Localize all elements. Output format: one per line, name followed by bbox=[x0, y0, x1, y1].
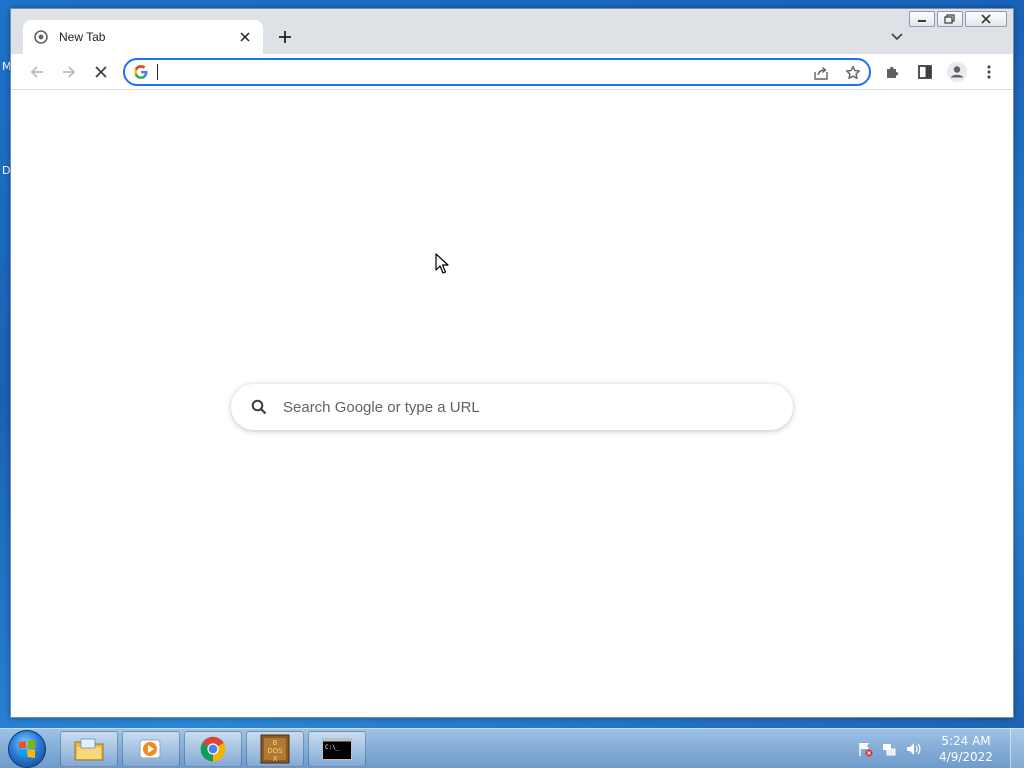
command-prompt-icon: C:\_ bbox=[322, 738, 352, 760]
cmd-prompt-text: C:\_ bbox=[325, 744, 340, 751]
star-icon[interactable] bbox=[843, 63, 863, 83]
svg-text:DOS: DOS bbox=[267, 747, 283, 755]
google-g-icon bbox=[134, 65, 148, 79]
stop-loading-button[interactable] bbox=[89, 60, 113, 84]
windows-logo-icon bbox=[19, 740, 35, 758]
start-button[interactable] bbox=[8, 730, 46, 768]
chrome-newtab-icon bbox=[33, 29, 49, 45]
tab-strip: New Tab bbox=[11, 9, 1013, 55]
address-bar[interactable] bbox=[123, 58, 871, 86]
plus-icon bbox=[279, 31, 291, 43]
new-tab-button[interactable] bbox=[273, 25, 297, 49]
puzzle-icon bbox=[887, 66, 899, 78]
tab-new-tab[interactable]: New Tab bbox=[23, 20, 263, 54]
volume-icon[interactable] bbox=[904, 740, 922, 758]
chevron-down-icon bbox=[891, 33, 903, 41]
action-center-flag-icon[interactable] bbox=[856, 740, 874, 758]
svg-text:X: X bbox=[273, 755, 278, 763]
media-player-icon bbox=[139, 739, 161, 759]
share-icon[interactable] bbox=[811, 63, 831, 83]
taskbar-dosbox[interactable]: B DOS X bbox=[246, 731, 304, 767]
profile-button[interactable] bbox=[945, 60, 969, 84]
tab-title: New Tab bbox=[59, 30, 106, 44]
kebab-menu-icon bbox=[987, 65, 991, 79]
dosbox-icon: B DOS X bbox=[260, 734, 290, 764]
back-button[interactable] bbox=[25, 60, 49, 84]
tab-close-icon[interactable] bbox=[237, 29, 253, 45]
taskbar-media-player[interactable] bbox=[122, 731, 180, 767]
forward-button[interactable] bbox=[57, 60, 81, 84]
profile-icon bbox=[947, 62, 967, 82]
tab-search-button[interactable] bbox=[887, 27, 907, 47]
close-icon bbox=[95, 66, 107, 78]
address-input[interactable] bbox=[157, 63, 757, 81]
clock-time: 5:24 AM bbox=[941, 734, 991, 748]
new-tab-page: Search Google or type a URL bbox=[11, 90, 1013, 717]
ntp-search-placeholder: Search Google or type a URL bbox=[283, 398, 480, 416]
taskbar-command-prompt[interactable]: C:\_ bbox=[308, 731, 366, 767]
taskbar-chrome[interactable] bbox=[184, 731, 242, 767]
network-icon[interactable] bbox=[880, 740, 898, 758]
browser-toolbar bbox=[11, 54, 1013, 90]
arrow-right-icon bbox=[63, 66, 76, 78]
text-caret bbox=[157, 64, 158, 80]
system-clock[interactable]: 5:24 AM 4/9/2022 bbox=[928, 733, 1004, 765]
mouse-pointer-icon bbox=[435, 253, 449, 274]
arrow-left-icon bbox=[30, 66, 43, 78]
file-explorer-icon bbox=[74, 738, 104, 761]
show-desktop-button[interactable] bbox=[1010, 729, 1024, 768]
menu-button[interactable] bbox=[977, 60, 1001, 84]
search-icon bbox=[249, 397, 269, 417]
side-panel-button[interactable] bbox=[913, 60, 937, 84]
clock-date: 4/9/2022 bbox=[939, 750, 993, 764]
taskbar-file-explorer[interactable] bbox=[60, 731, 118, 767]
system-tray: 5:24 AM 4/9/2022 bbox=[856, 729, 1024, 768]
browser-window: New Tab Search Google or type a URL bbox=[10, 8, 1014, 718]
extensions-button[interactable] bbox=[881, 60, 905, 84]
taskbar: B DOS X C:\_ 5:24 AM 4/9/2022 bbox=[0, 728, 1024, 768]
chrome-icon bbox=[200, 736, 226, 762]
side-panel-icon bbox=[918, 65, 932, 79]
svg-text:B: B bbox=[273, 739, 278, 747]
ntp-search-box[interactable]: Search Google or type a URL bbox=[231, 384, 793, 430]
